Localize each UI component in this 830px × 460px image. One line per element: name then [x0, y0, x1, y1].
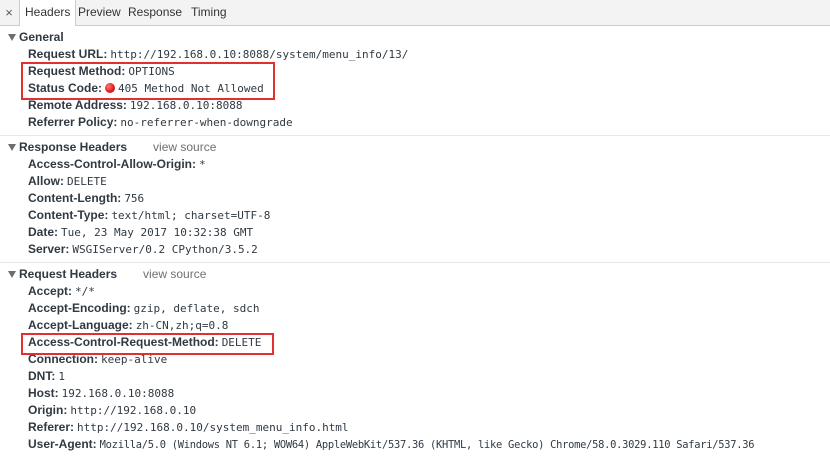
request-row-referer: Referer: http://192.168.0.10/system_menu_…	[28, 419, 349, 436]
request-row-origin: Origin: http://192.168.0.10	[28, 402, 196, 419]
request-view-source-link[interactable]: view source	[143, 267, 206, 281]
header-value: 192.168.0.10:8088	[129, 99, 243, 112]
header-value: Tue, 23 May 2017 10:32:38 GMT	[61, 226, 254, 239]
header-value: 192.168.0.10:8088	[61, 387, 175, 400]
header-value: zh-CN,zh;q=0.8	[135, 319, 229, 332]
header-value: 1	[58, 370, 65, 383]
tab-headers[interactable]: Headers	[19, 0, 77, 26]
header-key: Accept:	[28, 284, 73, 298]
section-response-headers-title: Response Headers	[19, 140, 128, 154]
request-row-user-agent: User-Agent: Mozilla/5.0 (Windows NT 6.1; …	[28, 436, 755, 453]
section-response-headers-header[interactable]: Response Headers view source	[8, 139, 216, 155]
header-key: Date:	[28, 225, 59, 239]
response-row-server: Server: WSGIServer/0.2 CPython/3.5.2	[28, 241, 258, 258]
section-general-title: General	[19, 30, 64, 44]
request-row-dnt: DNT: 1	[28, 368, 65, 385]
header-value: Mozilla/5.0 (Windows NT 6.1; WOW64) Appl…	[99, 439, 755, 451]
response-view-source-link[interactable]: view source	[153, 140, 216, 154]
header-key: Host:	[28, 386, 59, 400]
header-key: Accept-Language:	[28, 318, 133, 332]
header-key: Allow:	[28, 174, 64, 188]
highlight-box-method-status	[21, 62, 275, 100]
request-row-accept-encoding: Accept-Encoding: gzip, deflate, sdch	[28, 300, 260, 317]
header-key: Origin:	[28, 403, 68, 417]
general-row-request-url: Request URL: http://192.168.0.10:8088/sys…	[28, 46, 408, 63]
header-key: Referrer Policy:	[28, 115, 118, 129]
expand-triangle-icon	[8, 34, 16, 41]
header-value: http://192.168.0.10/system_menu_info.htm…	[77, 421, 349, 434]
header-key: Content-Length:	[28, 191, 122, 205]
section-divider	[0, 262, 830, 263]
tab-response[interactable]: Response	[123, 0, 187, 25]
header-key: Accept-Encoding:	[28, 301, 131, 315]
close-icon[interactable]: ×	[0, 0, 18, 25]
header-value: gzip, deflate, sdch	[133, 302, 260, 315]
tab-timing[interactable]: Timing	[186, 0, 232, 25]
header-value: 756	[124, 192, 145, 205]
response-row-acao: Access-Control-Allow-Origin: *	[28, 156, 206, 173]
section-general-header[interactable]: General	[8, 29, 64, 45]
header-value: DELETE	[67, 175, 107, 188]
expand-triangle-icon	[8, 144, 16, 151]
section-request-headers-title: Request Headers	[19, 267, 118, 281]
header-key: Request URL:	[28, 47, 108, 61]
response-row-date: Date: Tue, 23 May 2017 10:32:38 GMT	[28, 224, 253, 241]
header-key: Access-Control-Allow-Origin:	[28, 157, 197, 171]
header-value: http://192.168.0.10	[70, 404, 197, 417]
header-value: http://192.168.0.10:8088/system/menu_inf…	[110, 48, 409, 61]
response-row-allow: Allow: DELETE	[28, 173, 107, 190]
request-row-accept-language: Accept-Language: zh-CN,zh;q=0.8	[28, 317, 228, 334]
devtools-tab-bar: × Headers Preview Response Timing	[0, 0, 830, 26]
response-row-content-type: Content-Type: text/html; charset=UTF-8	[28, 207, 270, 224]
header-value: text/html; charset=UTF-8	[111, 209, 271, 222]
header-key: User-Agent:	[28, 437, 97, 451]
header-key: Remote Address:	[28, 98, 127, 112]
highlight-box-request-method	[21, 333, 274, 355]
header-key: Server:	[28, 242, 70, 256]
tab-preview[interactable]: Preview	[73, 0, 126, 25]
request-row-host: Host: 192.168.0.10:8088	[28, 385, 174, 402]
request-row-accept: Accept: */*	[28, 283, 95, 300]
expand-triangle-icon	[8, 271, 16, 278]
response-row-content-length: Content-Length: 756	[28, 190, 144, 207]
header-value: *	[199, 158, 206, 171]
header-value: no-referrer-when-downgrade	[120, 116, 293, 129]
header-value: WSGIServer/0.2 CPython/3.5.2	[72, 243, 258, 256]
header-key: Referer:	[28, 420, 75, 434]
section-divider	[0, 135, 830, 136]
header-key: Content-Type:	[28, 208, 109, 222]
header-value: */*	[75, 285, 95, 298]
section-request-headers-header[interactable]: Request Headers view source	[8, 266, 206, 282]
general-row-referrer-policy: Referrer Policy: no-referrer-when-downgra…	[28, 114, 293, 131]
header-key: DNT:	[28, 369, 56, 383]
